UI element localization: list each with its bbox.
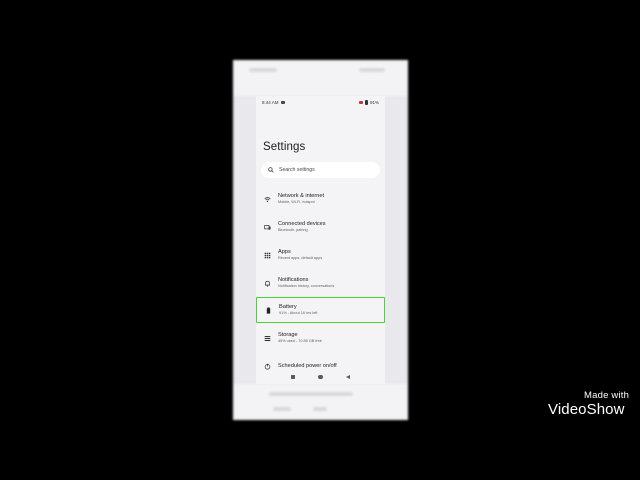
settings-item-storage[interactable]: Storage 45% used - 70.85 GB free bbox=[256, 325, 385, 351]
video-frame: 8:44 AM 91% Settings Search settings Net… bbox=[0, 0, 640, 480]
bell-icon bbox=[264, 280, 270, 287]
settings-item-subtitle: 91% - About 16 hrs left bbox=[279, 311, 318, 315]
connected-devices-icon bbox=[263, 224, 271, 230]
blurred-smudge bbox=[359, 68, 385, 72]
power-icon bbox=[264, 363, 270, 370]
status-time: 8:44 AM bbox=[262, 99, 279, 105]
wifi-icon bbox=[263, 196, 271, 202]
search-bar[interactable] bbox=[261, 162, 380, 178]
search-input[interactable] bbox=[279, 167, 369, 173]
settings-item-title: Storage bbox=[278, 332, 298, 338]
home-button[interactable] bbox=[318, 374, 323, 380]
settings-item-network[interactable]: Network & internet Mobile, Wi-Fi, hotspo… bbox=[256, 186, 385, 212]
apps-grid-icon bbox=[264, 252, 270, 258]
settings-item-title: Network & internet bbox=[278, 193, 325, 199]
status-battery: 91% bbox=[369, 99, 379, 105]
watermark-made-with: Made with bbox=[584, 390, 630, 401]
battery-status-icon bbox=[364, 99, 368, 105]
blurred-smudge bbox=[269, 392, 353, 396]
settings-item-title: Connected devices bbox=[278, 221, 326, 227]
settings-item-title: Notifications bbox=[278, 277, 309, 283]
settings-item-apps[interactable]: Apps Recent apps, default apps bbox=[256, 242, 385, 268]
watermark: Made with VideoShow bbox=[548, 390, 629, 418]
blurred-bottom-band bbox=[233, 384, 408, 420]
blurred-smudge bbox=[249, 68, 277, 72]
settings-item-title: Scheduled power on/off bbox=[278, 362, 337, 369]
storage-icon bbox=[264, 335, 270, 341]
settings-item-subtitle: Notification history, conversations bbox=[278, 284, 335, 288]
notification-icon bbox=[280, 100, 285, 104]
search-icon bbox=[268, 167, 274, 173]
settings-item-battery[interactable]: Battery 91% - About 16 hrs left bbox=[256, 297, 385, 323]
settings-item-notifications[interactable]: Notifications Notification history, conv… bbox=[256, 270, 385, 296]
status-bar: 8:44 AM 91% bbox=[256, 96, 385, 108]
blurred-smudge bbox=[273, 407, 291, 411]
settings-item-subtitle: Bluetooth, pairing bbox=[278, 228, 308, 232]
battery-icon bbox=[266, 306, 270, 314]
settings-item-subtitle: Mobile, Wi-Fi, hotspot bbox=[278, 200, 315, 204]
navigation-bar bbox=[256, 370, 385, 384]
settings-item-connected-devices[interactable]: Connected devices Bluetooth, pairing bbox=[256, 214, 385, 240]
settings-item-title: Battery bbox=[279, 304, 297, 310]
recents-button[interactable] bbox=[291, 375, 296, 379]
settings-item-title: Apps bbox=[278, 249, 291, 255]
settings-item-subtitle: Recent apps, default apps bbox=[278, 256, 323, 260]
signal-icon bbox=[358, 100, 363, 104]
back-button[interactable] bbox=[345, 375, 350, 379]
phone-screen: 8:44 AM 91% Settings Search settings Net… bbox=[256, 96, 385, 384]
page-title: Settings bbox=[263, 141, 306, 153]
blurred-top-band bbox=[233, 60, 408, 96]
blurred-smudge bbox=[313, 407, 327, 411]
settings-item-subtitle: 45% used - 70.85 GB free bbox=[278, 339, 322, 343]
watermark-brand: VideoShow bbox=[548, 401, 625, 418]
